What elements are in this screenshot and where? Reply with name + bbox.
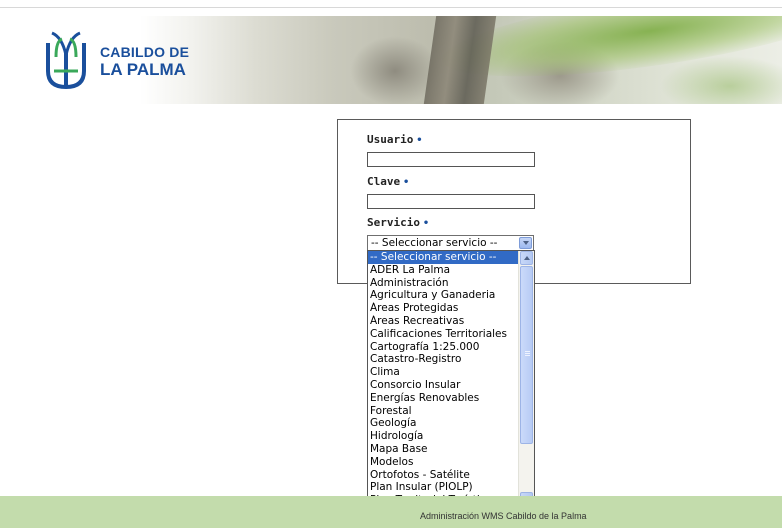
dropdown-option[interactable]: Cartografía 1:25.000 (368, 341, 519, 354)
dropdown-arrow-button[interactable] (519, 237, 532, 249)
header-banner-image (140, 16, 782, 104)
dropdown-option[interactable]: Modelos (368, 456, 519, 469)
dropdown-option[interactable]: Áreas Recreativas (368, 315, 519, 328)
dropdown-options: -- Seleccionar servicio -- ADER La Palma A… (368, 251, 534, 507)
usuario-label: Usuario • (367, 133, 422, 146)
chevron-down-icon (523, 241, 529, 245)
dropdown-option[interactable]: Geología (368, 417, 519, 430)
required-marker: • (403, 177, 410, 188)
arrow-up-icon (524, 256, 530, 260)
dropdown-option[interactable]: -- Seleccionar servicio -- (368, 251, 519, 264)
dropdown-option[interactable]: Plan Insular (PIOLP) (368, 481, 519, 494)
logo-line2: LA PALMA (100, 60, 186, 79)
servicio-label-text: Servicio (367, 216, 420, 229)
clave-input[interactable] (367, 194, 535, 209)
cabildo-emblem-icon (46, 31, 86, 90)
dropdown-option[interactable]: Mapa Base (368, 443, 519, 456)
logo-text: CABILDO DE LA PALMA (100, 43, 189, 79)
dropdown-option[interactable]: Administración (368, 277, 519, 290)
dropdown-option[interactable]: Ortofotos - Satélite (368, 469, 519, 482)
usuario-label-text: Usuario (367, 133, 414, 146)
servicio-selected-value: -- Seleccionar servicio -- (371, 237, 498, 249)
dropdown-option[interactable]: Agricultura y Ganaderia (368, 289, 519, 302)
scroll-thumb[interactable] (520, 266, 533, 444)
dropdown-option[interactable]: Hidrología (368, 430, 519, 443)
footer: Administración WMS Cabildo de la Palma (0, 496, 782, 528)
usuario-input[interactable] (367, 152, 535, 167)
dropdown-option[interactable]: Energías Renovables (368, 392, 519, 405)
required-marker: • (422, 218, 430, 229)
dropdown-scrollbar[interactable] (518, 251, 534, 507)
servicio-select[interactable]: -- Seleccionar servicio -- (367, 235, 534, 251)
clave-label-text: Clave (367, 175, 401, 188)
dropdown-option[interactable]: Catastro-Registro (368, 353, 519, 366)
footer-text: Administración WMS Cabildo de la Palma (420, 511, 587, 521)
required-marker: • (416, 135, 423, 146)
clave-label: Clave • (367, 175, 409, 188)
dropdown-option[interactable]: Áreas Protegidas (368, 302, 519, 315)
scroll-up-button[interactable] (520, 251, 533, 265)
dropdown-option[interactable]: Forestal (368, 405, 519, 418)
servicio-dropdown-list[interactable]: -- Seleccionar servicio -- ADER La Palma A… (367, 250, 535, 508)
logo-line1: CABILDO DE (100, 44, 190, 60)
top-divider (0, 7, 782, 8)
dropdown-option[interactable]: Calificaciones Territoriales (368, 328, 519, 341)
servicio-label: Servicio • (367, 216, 429, 229)
dropdown-option[interactable]: Clima (368, 366, 519, 379)
cabildo-logo[interactable]: CABILDO DE LA PALMA (42, 27, 202, 93)
dropdown-option[interactable]: Consorcio Insular (368, 379, 519, 392)
dropdown-option[interactable]: ADER La Palma (368, 264, 519, 277)
